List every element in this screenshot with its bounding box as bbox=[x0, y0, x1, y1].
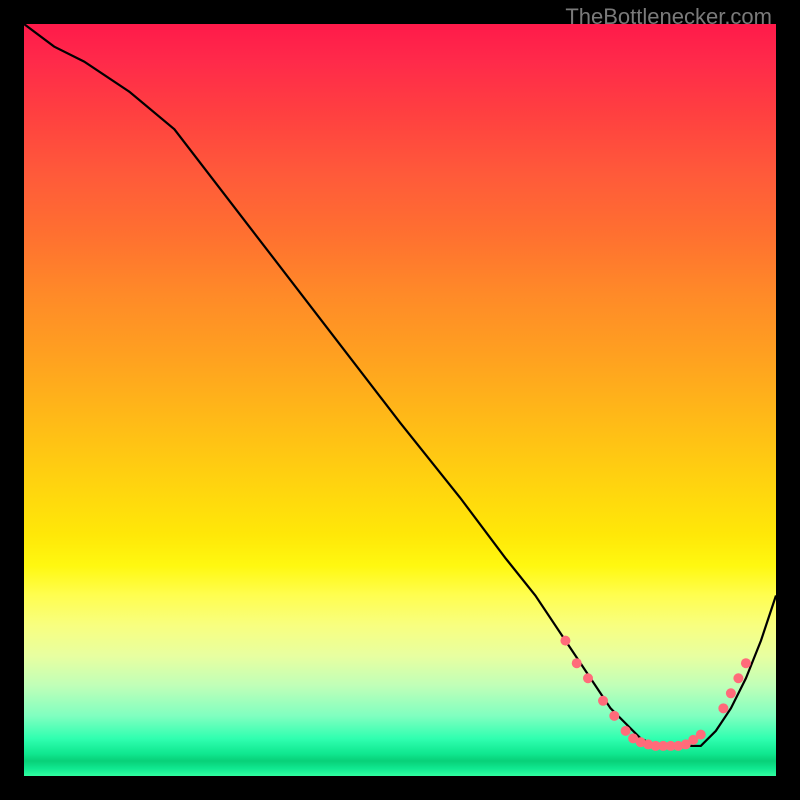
curve-dot bbox=[609, 711, 619, 721]
chart-svg bbox=[24, 24, 776, 776]
curve-dot bbox=[621, 726, 631, 736]
chart-container: TheBottlenecker.com bbox=[0, 0, 800, 800]
curve-dot bbox=[741, 658, 751, 668]
curve-dot bbox=[583, 673, 593, 683]
curve-dot bbox=[726, 688, 736, 698]
curve-dot bbox=[560, 636, 570, 646]
bottleneck-curve bbox=[24, 24, 776, 746]
curve-dot bbox=[696, 730, 706, 740]
curve-dots bbox=[560, 636, 750, 751]
curve-dot bbox=[718, 703, 728, 713]
watermark-text: TheBottlenecker.com bbox=[565, 4, 772, 30]
curve-dot bbox=[598, 696, 608, 706]
curve-dot bbox=[572, 658, 582, 668]
curve-dot bbox=[733, 673, 743, 683]
